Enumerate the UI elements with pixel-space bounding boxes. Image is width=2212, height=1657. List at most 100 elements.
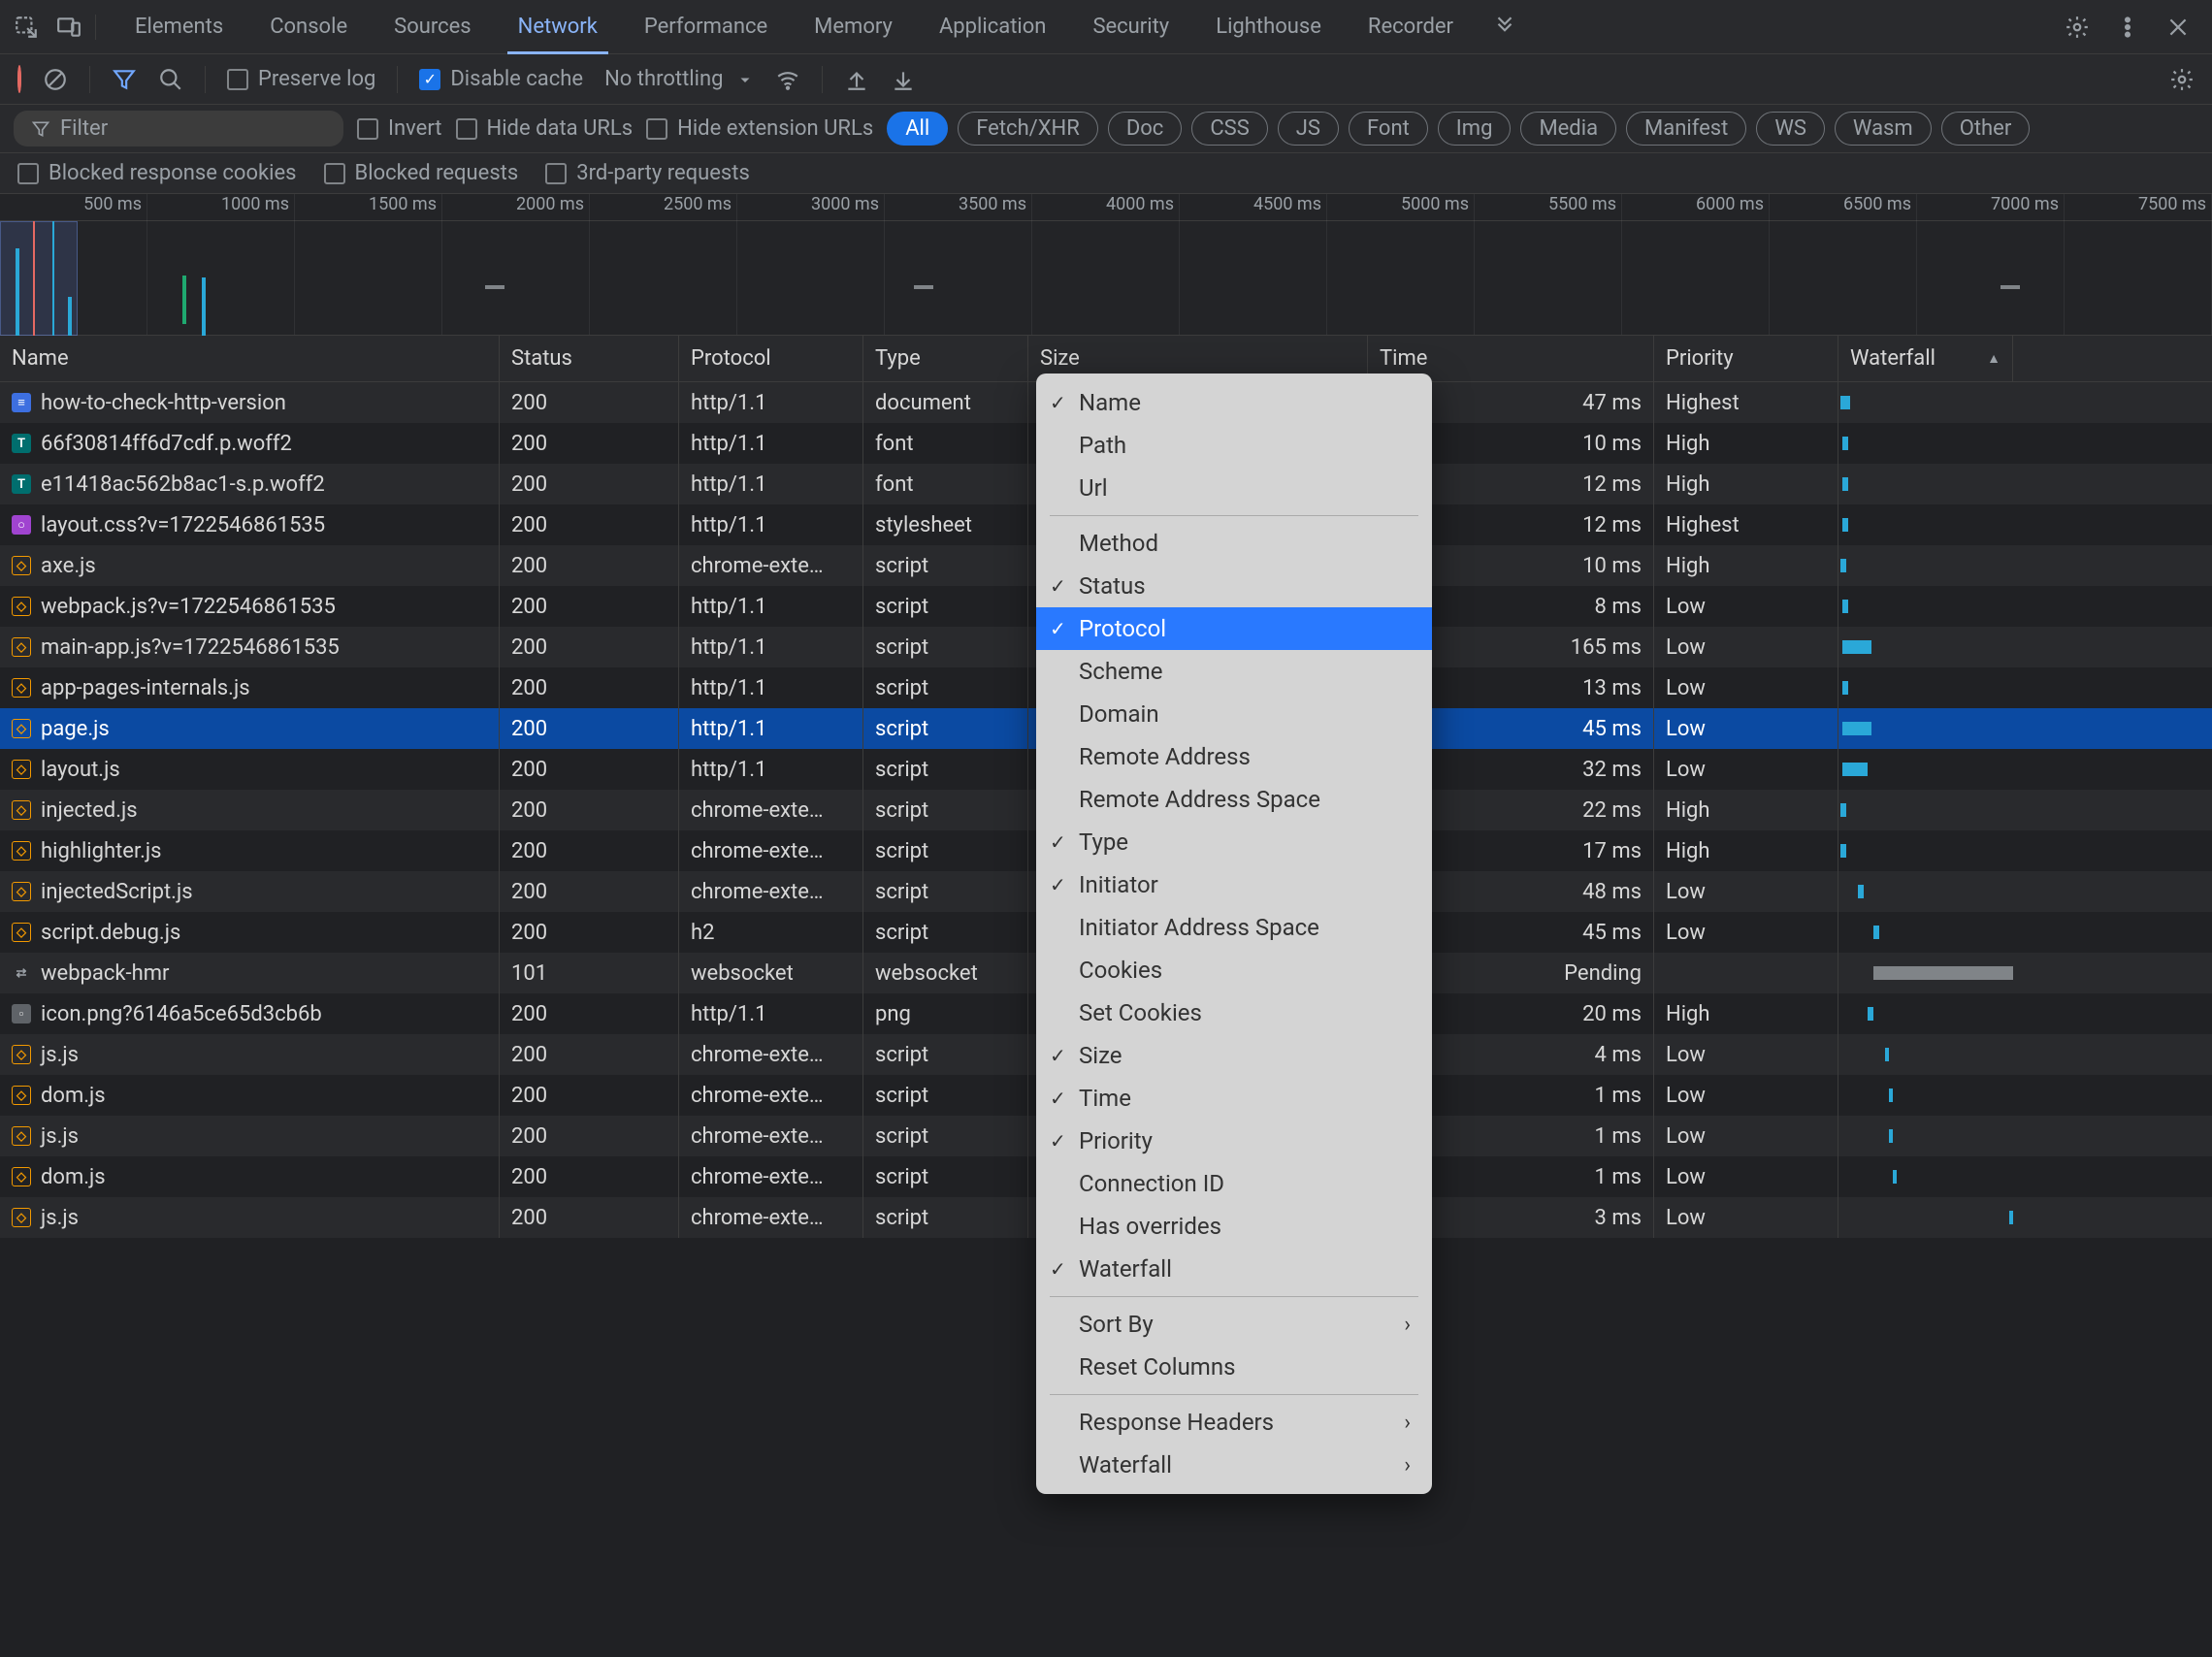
file-name: webpack.js?v=1722546861535 bbox=[41, 595, 336, 619]
type-pill-doc[interactable]: Doc bbox=[1108, 112, 1183, 146]
third-party-requests-checkbox[interactable]: 3rd-party requests bbox=[545, 161, 750, 185]
column-header-priority[interactable]: Priority bbox=[1654, 336, 1838, 381]
clear-icon[interactable] bbox=[43, 67, 68, 92]
tab-elements[interactable]: Elements bbox=[112, 0, 246, 53]
tab-network[interactable]: Network bbox=[495, 0, 621, 53]
type-pill-other[interactable]: Other bbox=[1941, 112, 2031, 146]
tab-memory[interactable]: Memory bbox=[791, 0, 916, 53]
tab-lighthouse[interactable]: Lighthouse bbox=[1192, 0, 1345, 53]
tab-console[interactable]: Console bbox=[246, 0, 371, 53]
device-toolbar-icon[interactable] bbox=[56, 15, 81, 40]
menu-item-size[interactable]: Size bbox=[1036, 1034, 1432, 1077]
kebab-menu-icon[interactable] bbox=[2115, 15, 2140, 40]
menu-item-remote-address[interactable]: Remote Address bbox=[1036, 735, 1432, 778]
inspect-element-icon[interactable] bbox=[14, 15, 39, 40]
menu-item-url[interactable]: Url bbox=[1036, 467, 1432, 509]
waterfall-bar bbox=[1842, 477, 1848, 491]
hide-data-urls-checkbox[interactable]: Hide data URLs bbox=[456, 116, 634, 141]
column-header-status[interactable]: Status bbox=[500, 336, 679, 381]
wifi-conditions-icon[interactable] bbox=[775, 67, 800, 92]
type-pill-css[interactable]: CSS bbox=[1191, 112, 1267, 146]
menu-item-type[interactable]: Type bbox=[1036, 821, 1432, 863]
tab-recorder[interactable]: Recorder bbox=[1345, 0, 1477, 53]
tab-performance[interactable]: Performance bbox=[621, 0, 791, 53]
waterfall-bar bbox=[1840, 803, 1846, 817]
menu-item-waterfall[interactable]: Waterfall› bbox=[1036, 1444, 1432, 1486]
js-file-icon: ◇ bbox=[12, 1208, 31, 1227]
cell-status: 200 bbox=[500, 790, 679, 830]
column-header-name[interactable]: Name bbox=[0, 336, 500, 381]
filter-input[interactable]: Filter bbox=[14, 111, 343, 146]
type-pill-font[interactable]: Font bbox=[1349, 112, 1428, 146]
menu-item-cookies[interactable]: Cookies bbox=[1036, 949, 1432, 991]
cell-name: ◇js.js bbox=[0, 1034, 500, 1075]
menu-item-waterfall[interactable]: Waterfall bbox=[1036, 1248, 1432, 1290]
type-pill-ws[interactable]: WS bbox=[1756, 112, 1825, 146]
blocked-requests-checkbox[interactable]: Blocked requests bbox=[324, 161, 519, 185]
preserve-log-checkbox[interactable]: Preserve log bbox=[227, 67, 375, 91]
cell-type: script bbox=[863, 627, 1028, 667]
type-pill-img[interactable]: Img bbox=[1438, 112, 1512, 146]
timeline-bar bbox=[485, 285, 504, 289]
type-pill-fetch-xhr[interactable]: Fetch/XHR bbox=[958, 112, 1098, 146]
menu-item-scheme[interactable]: Scheme bbox=[1036, 650, 1432, 693]
menu-item-response-headers[interactable]: Response Headers› bbox=[1036, 1401, 1432, 1444]
menu-item-method[interactable]: Method bbox=[1036, 522, 1432, 565]
menu-item-remote-address-space[interactable]: Remote Address Space bbox=[1036, 778, 1432, 821]
throttling-select[interactable]: No throttling bbox=[604, 67, 754, 91]
download-har-icon[interactable] bbox=[891, 67, 916, 92]
menu-item-initiator-address-space[interactable]: Initiator Address Space bbox=[1036, 906, 1432, 949]
timeline-tick: 5000 ms bbox=[1327, 194, 1475, 220]
type-pill-media[interactable]: Media bbox=[1520, 112, 1616, 146]
waterfall-bar bbox=[1840, 844, 1846, 858]
column-context-menu[interactable]: NamePathUrl MethodStatusProtocol Scheme Dom… bbox=[1036, 374, 1432, 1494]
network-settings-gear-icon[interactable] bbox=[2169, 67, 2195, 92]
menu-item-time[interactable]: Time bbox=[1036, 1077, 1432, 1120]
settings-gear-icon[interactable] bbox=[2065, 15, 2090, 40]
menu-item-reset-columns[interactable]: Reset Columns bbox=[1036, 1346, 1432, 1388]
menu-item-protocol[interactable]: Protocol bbox=[1036, 607, 1432, 650]
cell-protocol: chrome-exte… bbox=[679, 790, 863, 830]
type-pill-all[interactable]: All bbox=[887, 112, 948, 146]
file-name: js.js bbox=[41, 1206, 79, 1230]
type-pill-manifest[interactable]: Manifest bbox=[1626, 112, 1746, 146]
record-button[interactable] bbox=[17, 67, 21, 91]
upload-har-icon[interactable] bbox=[844, 67, 869, 92]
tab-application[interactable]: Application bbox=[916, 0, 1069, 53]
menu-item-name[interactable]: Name bbox=[1036, 381, 1432, 424]
cell-protocol: chrome-exte… bbox=[679, 1156, 863, 1197]
menu-item-domain[interactable]: Domain bbox=[1036, 693, 1432, 735]
menu-item-connection-id[interactable]: Connection ID bbox=[1036, 1162, 1432, 1205]
menu-item-set-cookies[interactable]: Set Cookies bbox=[1036, 991, 1432, 1034]
more-tabs-chevron-icon[interactable] bbox=[1492, 15, 1517, 40]
search-icon[interactable] bbox=[158, 67, 183, 92]
blocked-response-cookies-checkbox[interactable]: Blocked response cookies bbox=[17, 161, 297, 185]
type-pill-wasm[interactable]: Wasm bbox=[1835, 112, 1932, 146]
invert-checkbox[interactable]: Invert bbox=[357, 116, 442, 141]
file-name: layout.js bbox=[41, 758, 120, 782]
close-icon[interactable] bbox=[2165, 15, 2191, 40]
menu-item-path[interactable]: Path bbox=[1036, 424, 1432, 467]
disable-cache-checkbox[interactable]: ✓Disable cache bbox=[419, 67, 583, 91]
cell-status: 200 bbox=[500, 749, 679, 790]
menu-item-has-overrides[interactable]: Has overrides bbox=[1036, 1205, 1432, 1248]
cell-waterfall bbox=[1838, 504, 2013, 545]
hide-extension-urls-checkbox[interactable]: Hide extension URLs bbox=[646, 116, 873, 141]
cell-status: 200 bbox=[500, 586, 679, 627]
tab-sources[interactable]: Sources bbox=[371, 0, 495, 53]
column-header-waterfall[interactable]: Waterfall▲ bbox=[1838, 336, 2013, 381]
network-timeline[interactable]: 500 ms1000 ms1500 ms2000 ms2500 ms3000 m… bbox=[0, 194, 2212, 336]
type-pill-js[interactable]: JS bbox=[1278, 112, 1339, 146]
column-header-type[interactable]: Type bbox=[863, 336, 1028, 381]
filter-funnel-icon[interactable] bbox=[112, 67, 137, 92]
menu-item-label: Scheme bbox=[1079, 658, 1163, 685]
timeline-tick: 6000 ms bbox=[1622, 194, 1770, 220]
cell-name: ◇dom.js bbox=[0, 1156, 500, 1197]
column-header-protocol[interactable]: Protocol bbox=[679, 336, 863, 381]
menu-item-priority[interactable]: Priority bbox=[1036, 1120, 1432, 1162]
tab-security[interactable]: Security bbox=[1069, 0, 1192, 53]
menu-item-initiator[interactable]: Initiator bbox=[1036, 863, 1432, 906]
menu-item-sort-by[interactable]: Sort By› bbox=[1036, 1303, 1432, 1346]
menu-item-status[interactable]: Status bbox=[1036, 565, 1432, 607]
file-name: highlighter.js bbox=[41, 839, 162, 863]
